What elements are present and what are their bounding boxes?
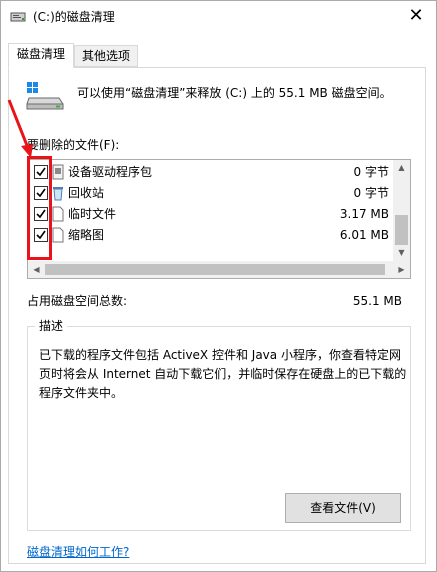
file-name: 回收站 — [68, 186, 105, 200]
disk-cleanup-window: (C:)的磁盘清理 ✕ 磁盘清理 其他选项 可以使用“磁盘清理”来释放 (C:)… — [0, 0, 437, 572]
file-name: 缩略图 — [68, 228, 105, 242]
file-size: 0 字节 — [353, 186, 389, 200]
vertical-scrollbar[interactable]: ▲ ▼ — [393, 160, 410, 261]
total-space-value: 55.1 MB — [352, 294, 402, 308]
highlight-box — [27, 156, 52, 260]
description-legend: 描述 — [35, 318, 68, 334]
file-size: 0 字节 — [353, 165, 389, 179]
close-icon: ✕ — [408, 5, 424, 26]
recycle-bin-icon — [53, 187, 63, 201]
scroll-left-icon[interactable]: ◀ — [28, 261, 45, 278]
scroll-down-icon[interactable]: ▼ — [393, 245, 410, 261]
window-title: (C:)的磁盘清理 — [33, 10, 115, 24]
scroll-thumb[interactable] — [395, 215, 408, 245]
file-icon — [52, 227, 64, 243]
horizontal-scrollbar[interactable]: ◀ ▶ — [28, 261, 410, 278]
scroll-right-icon[interactable]: ▶ — [393, 261, 410, 278]
file-size: 6.01 MB — [339, 228, 389, 242]
close-button[interactable]: ✕ — [400, 2, 432, 30]
free-space-info: 可以使用“磁盘清理”来释放 (C:) 上的 55.1 MB 磁盘空间。 — [77, 86, 392, 100]
file-name: 设备驱动程序包 — [68, 165, 153, 179]
list-item[interactable]: 设备驱动程序包 0 字节 — [28, 162, 395, 183]
scroll-up-icon[interactable]: ▲ — [393, 160, 410, 176]
description-text: 已下载的程序文件包括 ActiveX 控件和 Java 小程序，你查看特定网页时… — [39, 348, 407, 400]
list-item[interactable]: 临时文件 3.17 MB — [28, 204, 395, 225]
file-icon — [52, 206, 64, 222]
file-size: 3.17 MB — [339, 207, 389, 221]
red-arrow-icon — [7, 99, 33, 158]
list-item[interactable]: 回收站 0 字节 — [28, 183, 395, 204]
scroll-thumb[interactable] — [45, 264, 385, 275]
tab-more-options[interactable]: 其他选项 — [74, 45, 138, 67]
view-files-button[interactable]: 查看文件(V) — [285, 493, 401, 523]
tab-disk-cleanup[interactable]: 磁盘清理 — [8, 43, 74, 68]
driver-package-icon — [52, 164, 64, 180]
file-name: 临时文件 — [68, 207, 117, 221]
title-bar: (C:)的磁盘清理 ✕ — [1, 1, 436, 33]
disk-cleanup-icon — [10, 12, 26, 22]
files-list[interactable]: 设备驱动程序包 0 字节 回收站 0 字节 临时文件 3.17 MB 缩略图 6… — [27, 159, 411, 279]
help-link[interactable]: 磁盘清理如何工作? — [27, 544, 129, 560]
total-space-label: 占用磁盘空间总数: — [27, 294, 128, 308]
list-item[interactable]: 缩略图 6.01 MB — [28, 225, 395, 246]
